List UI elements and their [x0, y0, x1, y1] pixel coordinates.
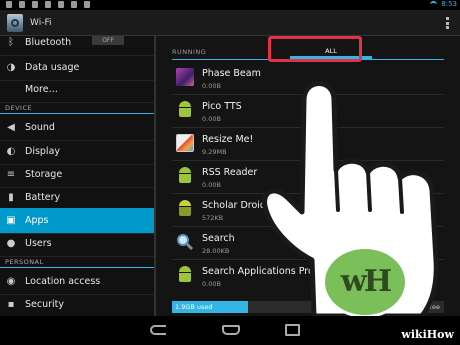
users-icon: ● [6, 238, 16, 249]
storage-used-label: 1.9GB used [175, 303, 213, 311]
app-size: 572KB [202, 214, 224, 222]
app-size: 9.29MB [202, 148, 227, 156]
status-right: 8:53 [430, 0, 457, 8]
navigation-bar: wikiHow [0, 316, 460, 345]
section-header-device: DEVICE [0, 101, 154, 114]
apps-panel: RUNNING ALL Phase Beam 0.00B Pico TTS 0.… [156, 36, 460, 316]
resize-me-icon [176, 134, 194, 152]
settings-item-more[interactable]: More… [0, 77, 154, 103]
app-list-item[interactable]: Resize Me! 9.29MB [172, 128, 444, 161]
storage-usage-bar: 1.9GB used Internal storage 5.0GB free [172, 301, 444, 313]
apps-icon: ▣ [6, 215, 16, 226]
section-header-personal: PERSONAL [0, 255, 154, 268]
status-bar: 8:53 [0, 0, 460, 10]
app-list-item[interactable]: Pico TTS 0.00B [172, 95, 444, 128]
app-size: 28.00KB [202, 247, 230, 255]
app-name: Scholar Droid [202, 200, 266, 211]
home-icon[interactable] [222, 325, 240, 335]
settings-item-label: More… [25, 84, 59, 95]
app-size: 0.00B [202, 280, 221, 288]
settings-item-label: Sound [25, 122, 55, 133]
battery-icon: ▮ [8, 192, 14, 203]
app-size: 0.00B [202, 82, 221, 90]
storage-icon: ≡ [6, 169, 16, 180]
gear-icon [11, 19, 19, 27]
location-icon: ◉ [6, 276, 16, 287]
settings-item-label: Users [25, 238, 52, 249]
back-icon[interactable] [150, 325, 166, 335]
android-icon [176, 101, 194, 119]
app-name: Resize Me! [202, 134, 254, 145]
settings-app-icon[interactable] [7, 14, 23, 32]
notification-icon [71, 1, 77, 8]
settings-item-label: Security [25, 299, 65, 310]
notification-icon [32, 1, 38, 8]
android-icon [176, 266, 194, 284]
settings-item-sound[interactable]: ◀ Sound [0, 115, 154, 141]
settings-item-label: Bluetooth [25, 37, 72, 48]
settings-item-security[interactable]: ▪ Security [0, 292, 154, 316]
scholar-droid-icon [176, 200, 194, 218]
tab-running[interactable]: RUNNING [172, 48, 206, 56]
app-size: 0.00B [202, 181, 221, 189]
settings-item-label: Data usage [25, 62, 80, 73]
overflow-menu-icon[interactable] [446, 17, 450, 29]
action-bar: Wi-Fi [0, 10, 460, 36]
action-bar-title: Wi-Fi [30, 18, 52, 28]
notification-icon [58, 1, 64, 8]
app-list-item[interactable]: RSS Reader 0.00B [172, 161, 444, 194]
recent-apps-icon[interactable] [285, 324, 300, 336]
settings-item-label: Storage [25, 169, 63, 180]
settings-item-users[interactable]: ● Users [0, 231, 154, 257]
storage-free-label: 5.0GB free [405, 303, 440, 311]
app-list-item[interactable]: Phase Beam 0.00B [172, 62, 444, 95]
notification-icon [6, 1, 12, 8]
speaker-icon: ◀ [7, 122, 15, 133]
data-usage-icon: ◑ [6, 62, 16, 73]
wikihow-badge: wH [322, 246, 408, 318]
bluetooth-icon: ᛒ [8, 37, 14, 48]
app-name: RSS Reader [202, 167, 258, 178]
display-icon: ◐ [6, 146, 16, 157]
settings-list: ᛒ Bluetooth OFF ◑ Data usage More… DEVIC… [0, 36, 154, 316]
tab-highlight-box [268, 36, 362, 62]
app-name: Pico TTS [202, 101, 242, 112]
search-icon [176, 233, 194, 251]
bluetooth-toggle[interactable]: OFF [92, 36, 124, 45]
settings-item-label: Location access [25, 276, 101, 287]
notification-icon [45, 1, 51, 8]
download-icon [84, 1, 90, 8]
phase-beam-icon [176, 68, 194, 86]
app-name: Phase Beam [202, 68, 261, 79]
settings-item-label: Apps [25, 215, 49, 226]
status-time: 8:53 [441, 0, 457, 8]
app-name: Search Applications Provider [202, 266, 338, 277]
app-list-item[interactable]: Scholar Droid 572KB [172, 194, 444, 227]
settings-item-label: Battery [25, 192, 61, 203]
app-name: Search [202, 233, 235, 244]
app-size: 0.00B [202, 115, 221, 123]
android-icon [176, 167, 194, 185]
app-list-item[interactable]: Search 28.00KB [172, 227, 444, 260]
settings-item-bluetooth[interactable]: ᛒ Bluetooth OFF [0, 36, 154, 56]
wikihow-watermark: wikiHow [401, 328, 454, 341]
notification-icon [19, 1, 25, 8]
lock-icon: ▪ [7, 299, 15, 310]
wifi-signal-icon [430, 1, 438, 7]
settings-item-label: Display [25, 146, 61, 157]
notification-icons [6, 1, 90, 8]
